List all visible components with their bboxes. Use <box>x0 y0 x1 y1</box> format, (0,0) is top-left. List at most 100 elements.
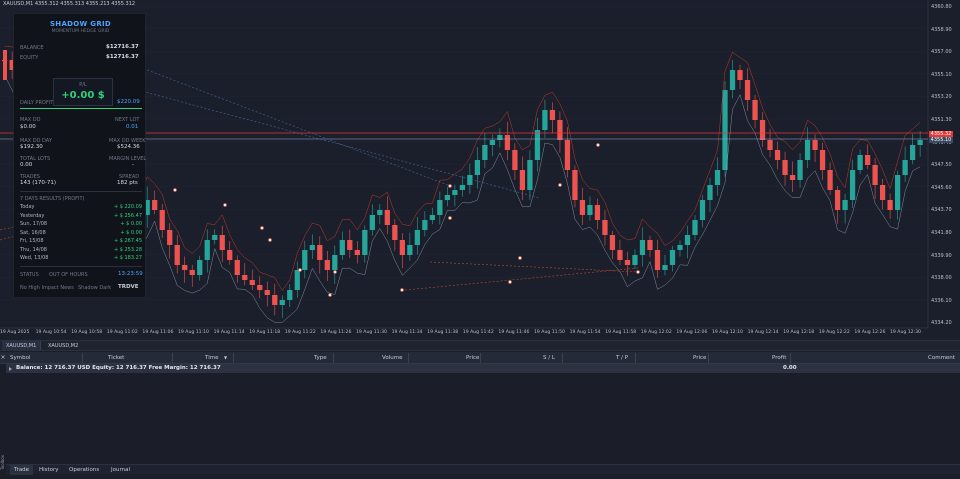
time-axis-label: 19 Aug 11:38 <box>427 330 459 335</box>
price-axis-label: 4347.50 <box>931 162 952 169</box>
candle-body <box>879 185 886 200</box>
col-price[interactable]: Price <box>466 352 479 364</box>
candle-body <box>707 185 713 200</box>
daily-result-day: Yesterday <box>20 212 45 219</box>
candle-body <box>774 150 781 160</box>
col-take-profit[interactable]: T / P <box>616 352 628 364</box>
candle-body <box>444 195 450 200</box>
candle-body <box>422 220 428 230</box>
daily-result-row: Fri, 15/08 + $ 267.45 <box>20 238 142 245</box>
candle-body <box>767 140 773 150</box>
col-time[interactable]: Time <box>205 352 218 364</box>
daily-result-row: Sun, 17/08 + $ 0.00 <box>20 221 142 228</box>
candle-body <box>279 300 285 305</box>
news-status: No High Impact News <box>20 285 74 291</box>
tab-operations[interactable]: Operations <box>65 465 103 475</box>
daily-result-value: + $ 0.00 <box>120 229 142 236</box>
candle-body <box>234 260 240 275</box>
close-icon[interactable]: × <box>0 352 6 364</box>
price-axis-label: 4355.10 <box>931 71 952 78</box>
candle-body <box>414 230 420 245</box>
time-axis-label: 19 Aug 12:14 <box>747 330 779 335</box>
candle-body <box>669 250 676 265</box>
candle-body <box>317 245 323 260</box>
candle-body <box>564 140 571 170</box>
candle-body <box>617 250 623 260</box>
candle-body <box>407 245 413 255</box>
col-current-price[interactable]: Price <box>693 352 706 364</box>
candle-body <box>309 245 315 250</box>
candle-body <box>467 175 473 185</box>
candle-body <box>677 245 683 250</box>
daily-profit-bar <box>20 108 142 109</box>
candle-body <box>744 80 751 100</box>
candle-body <box>902 160 908 175</box>
chart-symbol-info: XAUUSD,M1 4355.312 4355.313 4355.213 435… <box>3 1 136 7</box>
max-dd-day-value: $192.30 <box>20 144 43 150</box>
col-volume[interactable]: Volume <box>382 352 402 364</box>
candle-body <box>662 265 668 270</box>
trade-marker <box>508 280 512 284</box>
candle-body <box>632 255 638 265</box>
candle-body <box>362 230 368 255</box>
candle-body <box>812 140 818 150</box>
candle-body <box>369 215 375 230</box>
time-axis-label: 19 Aug 11:50 <box>534 330 565 335</box>
trading-terminal-window: XAUUSD,M1 4355.312 4355.313 4355.213 435… <box>0 0 960 479</box>
col-comment[interactable]: Comment <box>928 352 955 364</box>
daily-result-row: Wed, 13/08 + $ 183.27 <box>20 255 142 262</box>
candle-body <box>759 120 766 140</box>
candle-body <box>339 240 345 255</box>
daily-result-row: Today + $ 220.09 <box>20 204 142 211</box>
candle-body <box>872 165 878 185</box>
trade-connector-line <box>429 261 639 273</box>
candle-body <box>647 240 653 250</box>
candle-body <box>294 270 300 290</box>
candle-body <box>212 235 218 240</box>
candle-body <box>699 200 706 220</box>
candle-body <box>572 170 578 200</box>
candle-body <box>302 250 308 270</box>
daily-result-value: + $ 220.09 <box>113 204 142 210</box>
expand-arrow-icon[interactable] <box>9 367 12 371</box>
tab-trade[interactable]: Trade <box>10 465 34 475</box>
col-ticket[interactable]: Ticket <box>108 352 124 364</box>
candle-body <box>189 270 195 275</box>
daily-result-value: + $ 253.28 <box>113 246 142 253</box>
next-lot-label: NEXT LOT <box>115 117 140 123</box>
margin-level-label: MARGIN LEVEL <box>109 156 147 162</box>
time-axis-label: 19 Aug 12:18 <box>783 330 815 335</box>
candle-body <box>264 290 270 295</box>
candle-body <box>459 185 466 190</box>
col-stop-loss[interactable]: S / L <box>543 352 555 364</box>
candle-body <box>287 290 293 300</box>
candle-body <box>3 50 7 80</box>
daily-profit-value: $220.09 <box>117 99 140 105</box>
trade-marker <box>260 226 264 230</box>
daily-result-day: Today <box>20 204 35 210</box>
candle-body <box>887 200 893 210</box>
sort-desc-icon[interactable]: ▼ <box>224 352 227 364</box>
daily-result-value: + $ 183.27 <box>113 255 142 261</box>
toolbox-terminal: × Symbol Ticket Time ▼ Type Volume Price… <box>0 350 960 479</box>
balance-label: BALANCE <box>20 45 44 51</box>
col-type[interactable]: Type <box>314 352 327 364</box>
candle-body <box>227 250 233 260</box>
time-axis-label: 19 Aug 12:02 <box>640 330 672 335</box>
candle-body <box>842 200 848 210</box>
col-profit[interactable]: Profit <box>772 352 786 364</box>
tab-history[interactable]: History <box>35 465 63 475</box>
price-axis-label: 4345.60 <box>931 184 952 191</box>
candle-body <box>392 225 398 240</box>
candle-body <box>857 155 863 170</box>
trade-marker <box>400 288 404 292</box>
trade-marker <box>298 268 302 272</box>
time-axis-label: 19 Aug 11:14 <box>213 330 245 335</box>
balance-summary-row[interactable]: Balance: 12 716.37 USD Equity: 12 716.37… <box>6 364 960 373</box>
price-chart[interactable]: XAUUSD,M1 4355.312 4355.313 4355.213 435… <box>0 0 960 340</box>
tab-journal[interactable]: Journal <box>107 465 134 475</box>
col-symbol[interactable]: Symbol <box>10 352 31 364</box>
price-axis-label: 4351.30 <box>931 117 952 123</box>
price-axis-label: 4334.20 <box>931 320 952 327</box>
candle-body <box>587 205 593 215</box>
